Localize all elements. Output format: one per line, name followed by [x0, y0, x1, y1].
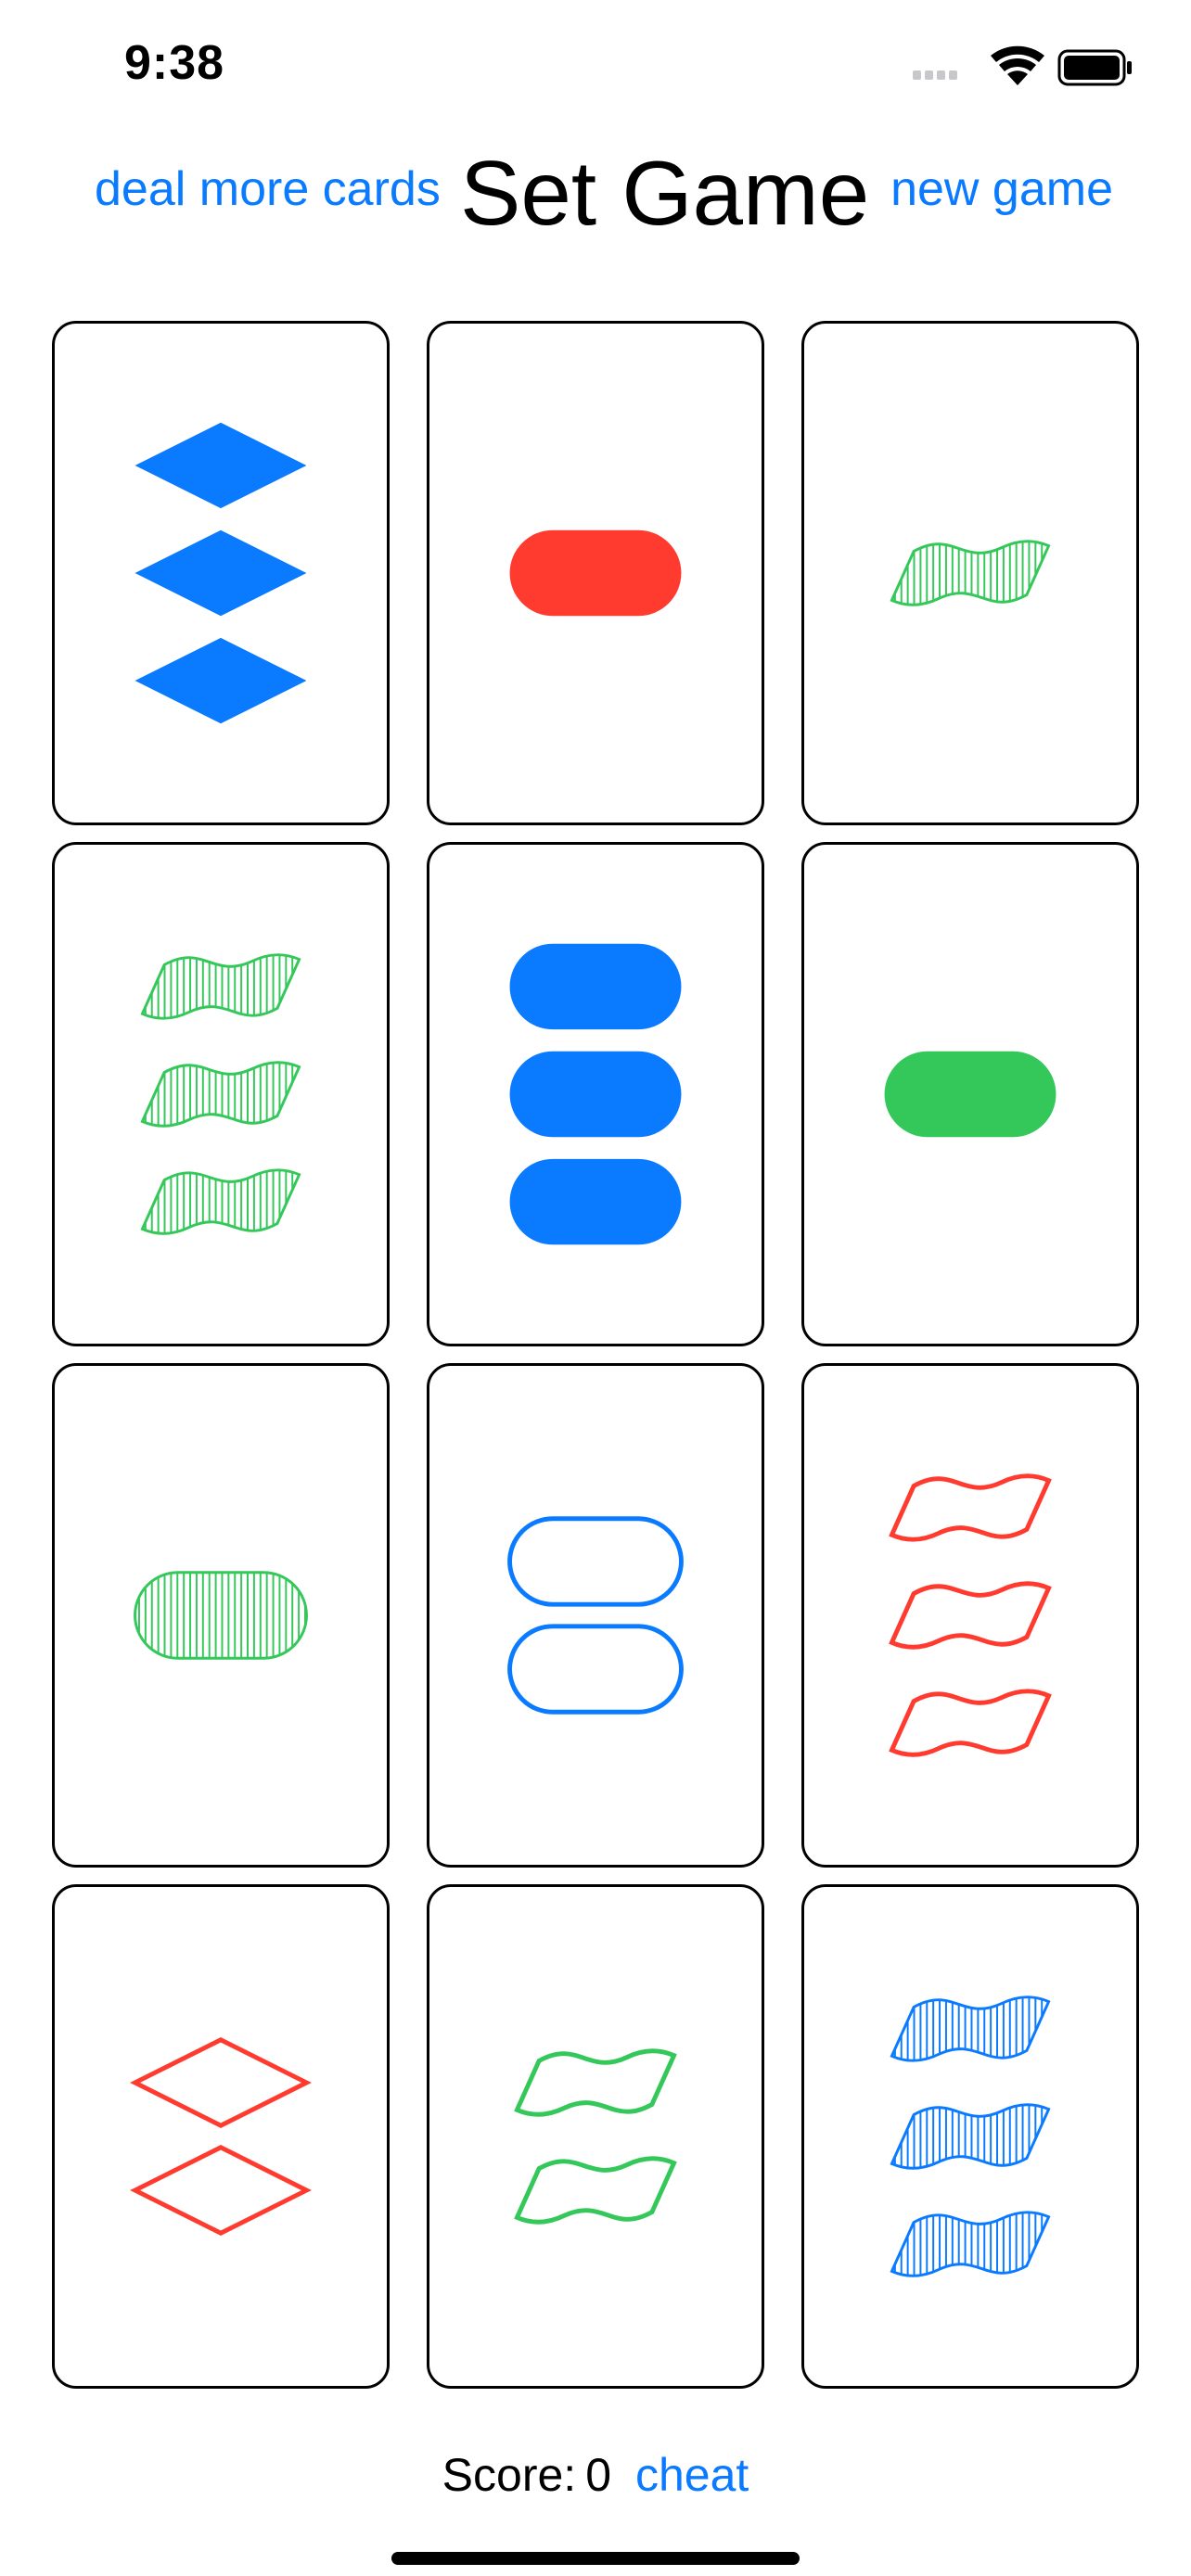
squiggle-symbol: [140, 1061, 301, 1128]
footer: Score: 0 cheat: [0, 2448, 1191, 2513]
card-symbols: [507, 1516, 684, 1715]
card-symbols: [890, 540, 1051, 606]
score-value: 0: [585, 2449, 611, 2501]
card-7[interactable]: [52, 1363, 390, 1868]
header: deal more cards Set Game new game: [0, 139, 1191, 250]
squiggle-symbol: [890, 2103, 1051, 2170]
card-symbols: [514, 2048, 677, 2225]
squiggle-symbol: [514, 2156, 677, 2225]
squiggle-symbol: [890, 2211, 1051, 2277]
card-symbols: [890, 1996, 1051, 2277]
card-8[interactable]: [427, 1363, 764, 1868]
wifi-icon: [991, 45, 1044, 85]
card-12[interactable]: [801, 1884, 1139, 2389]
new-game-button[interactable]: new game: [890, 161, 1113, 217]
oval-symbol: [509, 529, 682, 617]
squiggle-symbol: [514, 2048, 677, 2117]
battery-icon: [1057, 49, 1132, 86]
squiggle-symbol: [889, 1581, 1052, 1650]
card-5[interactable]: [427, 842, 764, 1346]
oval-symbol: [134, 1571, 308, 1660]
card-symbols: [509, 529, 682, 617]
card-symbols: [509, 943, 682, 1245]
diamond-symbol: [134, 637, 307, 724]
card-symbols: [130, 2036, 312, 2237]
oval-symbol: [509, 1158, 682, 1245]
squiggle-symbol: [140, 1168, 301, 1235]
card-4[interactable]: [52, 842, 390, 1346]
oval-symbol: [507, 1516, 684, 1607]
card-1[interactable]: [52, 321, 390, 825]
card-10[interactable]: [52, 1884, 390, 2389]
status-bar: 9:38: [0, 0, 1191, 139]
diamond-symbol: [130, 2036, 312, 2128]
deal-more-cards-button[interactable]: deal more cards: [95, 161, 441, 217]
diamond-symbol: [134, 529, 307, 617]
status-time: 9:38: [124, 36, 225, 90]
card-11[interactable]: [427, 1884, 764, 2389]
signal-icon: [913, 70, 957, 80]
card-6[interactable]: [801, 842, 1139, 1346]
oval-symbol: [507, 1624, 684, 1715]
card-grid: [52, 321, 1139, 2389]
card-symbols: [884, 1051, 1057, 1138]
card-9[interactable]: [801, 1363, 1139, 1868]
squiggle-symbol: [140, 953, 301, 1020]
diamond-symbol: [134, 422, 307, 509]
card-symbols: [140, 953, 301, 1235]
status-icons: [913, 45, 1132, 86]
diamond-symbol: [130, 2145, 312, 2237]
card-symbols: [134, 422, 307, 724]
card-symbols: [134, 1571, 308, 1660]
card-symbols: [889, 1473, 1052, 1757]
squiggle-symbol: [890, 1996, 1051, 2062]
card-2[interactable]: [427, 321, 764, 825]
oval-symbol: [884, 1051, 1057, 1138]
home-indicator: [391, 2552, 800, 2565]
oval-symbol: [509, 943, 682, 1030]
squiggle-symbol: [889, 1689, 1052, 1757]
squiggle-symbol: [889, 1473, 1052, 1542]
card-3[interactable]: [801, 321, 1139, 825]
page-title: Set Game: [460, 142, 870, 244]
oval-symbol: [509, 1051, 682, 1138]
cheat-button[interactable]: cheat: [635, 2449, 749, 2501]
squiggle-symbol: [890, 540, 1051, 606]
score-label: Score:: [442, 2449, 577, 2501]
